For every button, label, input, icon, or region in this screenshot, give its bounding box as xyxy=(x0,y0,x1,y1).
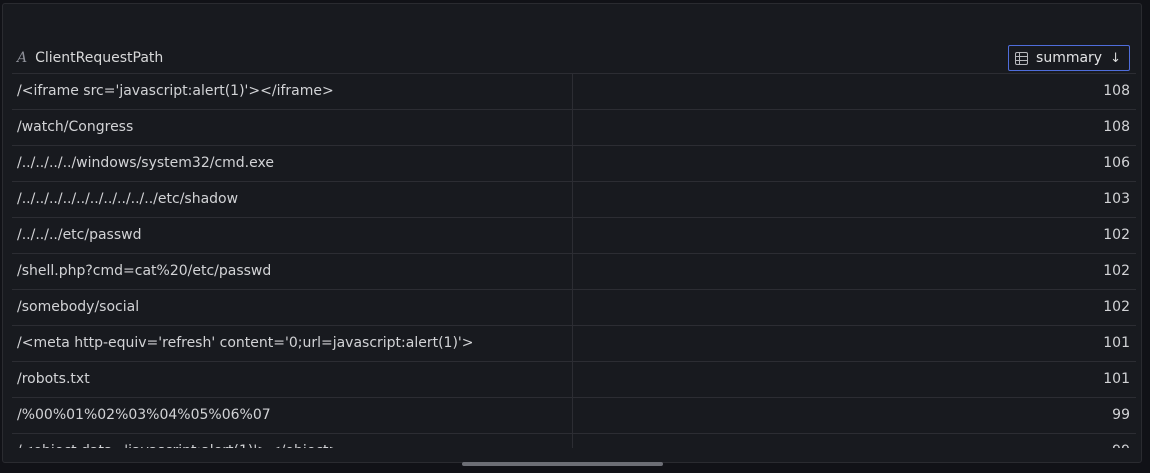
cell-client-request-path[interactable]: /watch/Congress xyxy=(12,110,573,145)
table-row[interactable]: /../../../etc/passwd 102 xyxy=(12,218,1136,254)
table-row[interactable]: /robots.txt 101 xyxy=(12,362,1136,398)
cell-client-request-path[interactable]: /<meta http-equiv='refresh' content='0;u… xyxy=(12,326,573,361)
column-header-label: ClientRequestPath xyxy=(35,50,164,66)
table-row[interactable]: /<meta http-equiv='refresh' content='0;u… xyxy=(12,326,1136,362)
table-panel: 𝐴 ClientRequestPath summary ↓ /<iframe s… xyxy=(2,3,1142,463)
string-type-icon: 𝐴 xyxy=(17,50,28,66)
table-row[interactable]: /watch/Congress 108 xyxy=(12,110,1136,146)
table-row[interactable]: /somebody/social 102 xyxy=(12,290,1136,326)
table-body: /<iframe src='javascript:alert(1)'></ifr… xyxy=(12,74,1136,448)
cell-summary-count[interactable]: 102 xyxy=(1103,254,1130,289)
column-header-client-request-path[interactable]: 𝐴 ClientRequestPath xyxy=(17,50,163,66)
cell-client-request-path[interactable]: /<iframe src='javascript:alert(1)'></ifr… xyxy=(12,74,573,109)
cell-summary-count[interactable]: 99 xyxy=(1112,434,1130,448)
cell-summary-count[interactable]: 103 xyxy=(1103,182,1130,217)
cell-summary-count[interactable]: 108 xyxy=(1103,110,1130,145)
cell-client-request-path[interactable]: /somebody/social xyxy=(12,290,573,325)
arrow-down-icon[interactable]: ↓ xyxy=(1110,51,1121,66)
cell-summary-count[interactable]: 101 xyxy=(1103,362,1130,397)
table-header: 𝐴 ClientRequestPath summary ↓ xyxy=(12,44,1136,74)
cell-summary-count[interactable]: 102 xyxy=(1103,218,1130,253)
data-table: 𝐴 ClientRequestPath summary ↓ /<iframe s… xyxy=(12,44,1136,448)
cell-summary-count[interactable]: 106 xyxy=(1103,146,1130,181)
cell-client-request-path[interactable]: /../../../../../../../../../../etc/shado… xyxy=(12,182,573,217)
column-header-summary[interactable]: summary ↓ xyxy=(1008,45,1130,71)
table-row[interactable]: /../../../../../../../../../../etc/shado… xyxy=(12,182,1136,218)
cell-summary-count[interactable]: 99 xyxy=(1112,398,1130,433)
cell-client-request-path[interactable]: /robots.txt xyxy=(12,362,573,397)
cell-client-request-path[interactable]: /%00%01%02%03%04%05%06%07 xyxy=(12,398,573,433)
horizontal-scrollbar[interactable] xyxy=(462,462,663,466)
table-row[interactable]: /<object data='javascript:alert(1)'></ob… xyxy=(12,434,1136,448)
cell-client-request-path[interactable]: /../../../../windows/system32/cmd.exe xyxy=(12,146,573,181)
table-row[interactable]: /shell.php?cmd=cat%20/etc/passwd 102 xyxy=(12,254,1136,290)
cell-client-request-path[interactable]: /../../../etc/passwd xyxy=(12,218,573,253)
cell-client-request-path[interactable]: /<object data='javascript:alert(1)'></ob… xyxy=(12,434,573,448)
cell-summary-count[interactable]: 101 xyxy=(1103,326,1130,361)
cell-client-request-path[interactable]: /shell.php?cmd=cat%20/etc/passwd xyxy=(12,254,573,289)
table-row[interactable]: /<iframe src='javascript:alert(1)'></ifr… xyxy=(12,74,1136,110)
table-row[interactable]: /%00%01%02%03%04%05%06%07 99 xyxy=(12,398,1136,434)
cell-summary-count[interactable]: 102 xyxy=(1103,290,1130,325)
table-grid-icon xyxy=(1015,51,1029,65)
cell-summary-count[interactable]: 108 xyxy=(1103,74,1130,109)
column-header-label: summary xyxy=(1036,50,1103,66)
table-row[interactable]: /../../../../windows/system32/cmd.exe 106 xyxy=(12,146,1136,182)
